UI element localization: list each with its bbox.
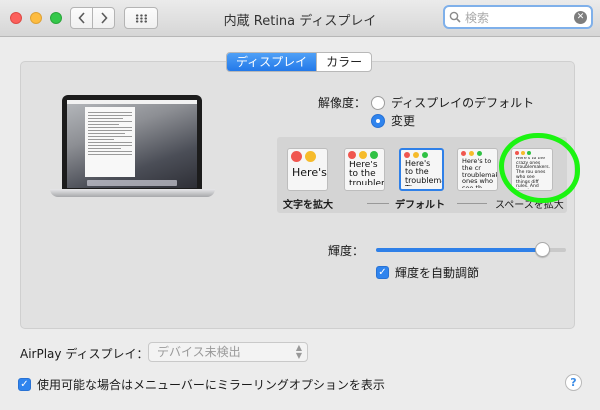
radio-scaled-resolution[interactable]: 変更 bbox=[371, 112, 415, 129]
checkbox-label: 輝度を自動調節 bbox=[395, 266, 480, 280]
scale-option-more-space[interactable]: Here's to the crazy ones troublemakers. … bbox=[511, 148, 553, 191]
zoom-window-button[interactable] bbox=[50, 12, 62, 24]
radio-label: 変更 bbox=[391, 114, 416, 128]
screen-document bbox=[85, 107, 135, 177]
scale-option-2[interactable]: Here's to the troublemak bbox=[344, 148, 385, 191]
title-bar: 内蔵 Retina ディスプレイ 検索 ✕ bbox=[0, 0, 600, 37]
scaling-labels: 文字を拡大 デフォルト スペースを拡大 bbox=[277, 196, 567, 212]
radio-label: ディスプレイのデフォルト bbox=[391, 96, 535, 110]
divider-line bbox=[367, 203, 389, 204]
scale-option-sample: Here's to the crazy ones troublemakers. … bbox=[516, 157, 550, 189]
checkbox-checked[interactable]: ✓ bbox=[18, 378, 31, 391]
search-field[interactable]: 検索 ✕ bbox=[443, 5, 593, 29]
forward-button[interactable] bbox=[92, 7, 115, 29]
laptop-illustration bbox=[50, 95, 215, 205]
auto-brightness-checkbox[interactable]: ✓ 輝度を自動調節 bbox=[376, 264, 479, 281]
grid-icon bbox=[134, 13, 148, 23]
scale-option-larger-text[interactable]: Here's bbox=[287, 148, 328, 191]
resolution-label: 解像度： bbox=[318, 96, 367, 110]
label-more-space: スペースを拡大 bbox=[495, 200, 564, 211]
airplay-label: AirPlay ディスプレイ： bbox=[20, 347, 149, 361]
close-window-button[interactable] bbox=[10, 12, 22, 24]
select-value: デバイス未検出 bbox=[157, 345, 241, 359]
scale-option-sample: Here's to the troublemakers. The ones wh… bbox=[405, 160, 442, 186]
tab-color[interactable]: カラー bbox=[316, 53, 371, 71]
laptop-lid bbox=[62, 95, 202, 190]
slider-fill bbox=[376, 248, 543, 252]
help-button[interactable]: ? bbox=[565, 374, 582, 391]
scale-option-4[interactable]: Here's to the cr troublemakers. ones who… bbox=[457, 148, 498, 191]
tab-display[interactable]: ディスプレイ bbox=[227, 53, 317, 71]
label-larger-text: 文字を拡大 bbox=[283, 200, 333, 211]
mirroring-checkbox[interactable]: ✓ 使用可能な場合はメニューバーにミラーリングオプションを表示 bbox=[18, 376, 385, 393]
scale-option-sample: Here's bbox=[292, 166, 327, 179]
scale-option-default[interactable]: Here's to the troublemakers. The ones wh… bbox=[399, 148, 444, 191]
airplay-display-select[interactable]: デバイス未検出 ▲ ▼ bbox=[148, 342, 308, 362]
scale-option-sample: Here's to the cr troublemakers. ones who… bbox=[462, 158, 497, 188]
label-default: デフォルト bbox=[395, 200, 445, 211]
scale-option-sample: Here's to the troublemak bbox=[349, 161, 384, 185]
back-button[interactable] bbox=[70, 7, 93, 29]
clear-search-icon[interactable]: ✕ bbox=[574, 10, 587, 24]
divider-line bbox=[457, 203, 487, 204]
show-all-button[interactable] bbox=[124, 7, 158, 29]
minimize-window-button[interactable] bbox=[30, 12, 42, 24]
up-down-arrows-icon: ▲ ▼ bbox=[295, 343, 302, 360]
search-icon bbox=[449, 11, 461, 23]
brightness-label: 輝度： bbox=[328, 244, 365, 258]
chevron-left-icon bbox=[77, 12, 85, 24]
radio-default-resolution[interactable]: ディスプレイのデフォルト bbox=[371, 94, 534, 111]
laptop-screen bbox=[67, 100, 197, 188]
search-placeholder: 検索 bbox=[465, 10, 490, 25]
chevron-right-icon bbox=[100, 12, 108, 24]
laptop-base bbox=[50, 189, 215, 197]
radio-circle-selected[interactable] bbox=[371, 113, 385, 128]
radio-circle[interactable] bbox=[371, 95, 385, 110]
checkbox-checked[interactable]: ✓ bbox=[376, 266, 389, 279]
brightness-slider[interactable] bbox=[376, 242, 566, 257]
window-title: 内蔵 Retina ディスプレイ bbox=[223, 14, 377, 29]
checkbox-label: 使用可能な場合はメニューバーにミラーリングオプションを表示 bbox=[37, 378, 385, 392]
screen-dock bbox=[87, 180, 177, 186]
segmented-tabs: ディスプレイ カラー bbox=[226, 52, 373, 72]
screen-menubar bbox=[67, 100, 197, 104]
